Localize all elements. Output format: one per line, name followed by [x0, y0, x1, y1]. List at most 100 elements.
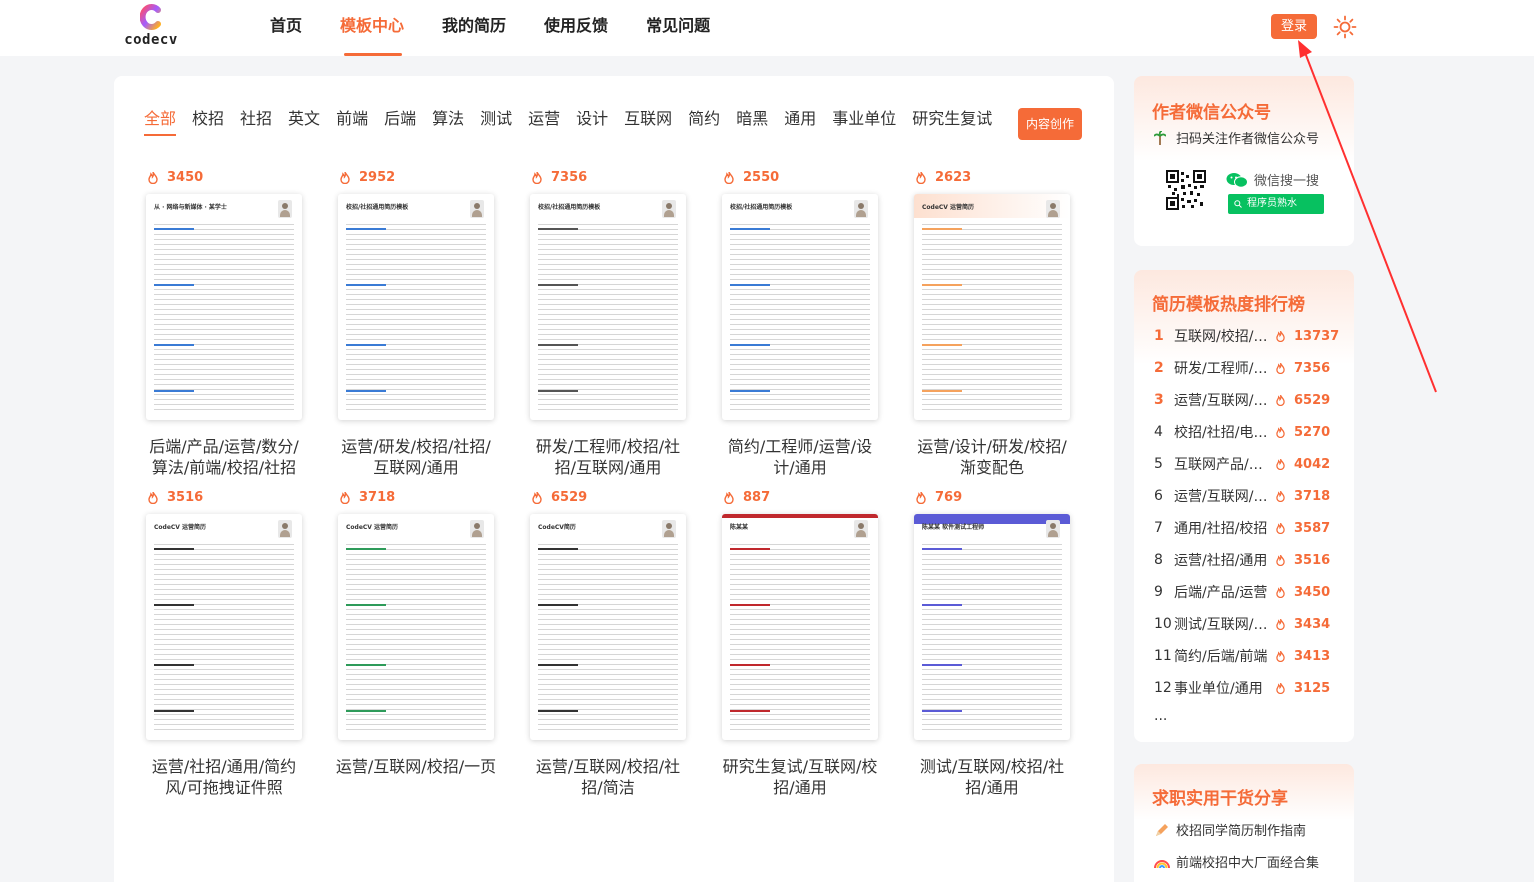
avatar — [470, 520, 484, 538]
ranking-number: 7 — [1154, 520, 1163, 536]
ranking-count-value: 13737 — [1294, 328, 1340, 344]
filter-general[interactable]: 通用 — [784, 104, 816, 134]
flame-icon — [532, 491, 542, 504]
template-preview[interactable]: 陈某某 软件测试工程师 — [914, 514, 1070, 740]
template-card[interactable]: 3450 从 · 网络与新媒体 · 某学士 后端/产品/运营/数分/算法/前端/校招… — [142, 168, 306, 478]
template-card[interactable]: 2952 校招/社招通用简历模板 运营/研发/校招/社招/互联网/通用 — [334, 168, 498, 478]
template-preview-heading: 校招/社招通用简历模板 — [730, 204, 793, 211]
ranking-number: 2 — [1154, 360, 1164, 376]
template-preview-section — [730, 344, 770, 346]
filter-algorithm[interactable]: 算法 — [432, 104, 464, 134]
ranking-count: 3516 — [1276, 553, 1330, 568]
template-card[interactable]: 2623 CodeCV 运营简历 运营/设计/研发/校招/渐变配色 — [910, 168, 1074, 478]
template-preview[interactable]: CodeCV 运营简历 — [146, 514, 302, 740]
flame-icon — [1276, 586, 1285, 598]
nav-template-center[interactable]: 模板中心 — [322, 0, 424, 56]
wechat-search-box[interactable]: 程序员熟水 — [1228, 194, 1324, 214]
filter-testing[interactable]: 测试 — [480, 104, 512, 134]
share-item-interviews[interactable]: 前端校招中大厂面经合集 — [1154, 852, 1319, 871]
logo-c-icon — [140, 4, 161, 30]
template-card[interactable]: 769 陈某某 软件测试工程师 测试/互联网/校招/社招/通用 — [910, 488, 1074, 798]
ranking-number: 1 — [1154, 328, 1164, 344]
ranking-more[interactable]: ... — [1154, 708, 1167, 724]
filter-campus[interactable]: 校招 — [192, 104, 224, 134]
template-preview-lines — [538, 544, 678, 732]
template-title[interactable]: 运营/互联网/校招/一页 — [334, 756, 498, 777]
template-preview-heading: CodeCV 运营简历 — [346, 524, 399, 531]
ranking-item[interactable]: 8 运营/社招/通用 3516 — [1154, 544, 1344, 576]
ranking-count: 13737 — [1276, 329, 1339, 344]
template-card[interactable]: 6529 CodeCV简历运营/互联网/校招/社招/简洁 — [526, 488, 690, 798]
nav-feedback[interactable]: 使用反馈 — [526, 0, 628, 56]
content-create-button[interactable]: 内容创作 — [1018, 108, 1082, 140]
ranking-item[interactable]: 1 互联网/校招/前端 13737 — [1154, 320, 1344, 352]
template-preview[interactable]: CodeCV 运营简历 — [914, 194, 1070, 420]
template-preview[interactable]: 从 · 网络与新媒体 · 某学士 — [146, 194, 302, 420]
filter-simple[interactable]: 简约 — [688, 104, 720, 134]
ranking-item[interactable]: 6 运营/互联网/校招 3718 — [1154, 480, 1344, 512]
ranking-name: 后端/产品/运营 — [1174, 585, 1268, 601]
filter-internet[interactable]: 互联网 — [624, 104, 672, 134]
ranking-count: 3450 — [1276, 585, 1330, 600]
ranking-item[interactable]: 3 运营/互联网/校招 6529 — [1154, 384, 1344, 416]
template-preview[interactable]: 校招/社招通用简历模板 — [722, 194, 878, 420]
filter-public-institution[interactable]: 事业单位 — [832, 104, 896, 134]
template-title[interactable]: 研究生复试/互联网/校招/通用 — [718, 756, 882, 798]
ranking-item[interactable]: 12 事业单位/通用 3125 — [1154, 672, 1344, 704]
login-button[interactable]: 登录 — [1271, 14, 1317, 39]
template-preview[interactable]: 校招/社招通用简历模板 — [530, 194, 686, 420]
ranking-item[interactable]: 10 测试/互联网/校招 3434 — [1154, 608, 1344, 640]
theme-sun-icon[interactable] — [1333, 15, 1357, 39]
ranking-name: 简约/后端/前端 — [1174, 649, 1268, 665]
template-hot-value: 6529 — [551, 490, 588, 505]
template-title[interactable]: 研发/工程师/校招/社招/互联网/通用 — [526, 436, 690, 478]
template-card[interactable]: 887 陈某某 研究生复试/互联网/校招/通用 — [718, 488, 882, 798]
ranking-item[interactable]: 2 研发/工程师/校招 7356 — [1154, 352, 1344, 384]
filter-dark[interactable]: 暗黑 — [736, 104, 768, 134]
template-card[interactable]: 3718 CodeCV 运营简历 运营/互联网/校招/一页 — [334, 488, 498, 798]
filter-grad-interview[interactable]: 研究生复试 — [912, 104, 992, 134]
template-preview-section — [154, 604, 194, 606]
ranking-item[interactable]: 7 通用/社招/校招 3587 — [1154, 512, 1344, 544]
template-preview[interactable]: CodeCV 运营简历 — [338, 514, 494, 740]
ranking-count: 3718 — [1276, 489, 1330, 504]
template-preview[interactable]: 陈某某 — [722, 514, 878, 740]
ranking-item[interactable]: 4 校招/社招/电商运营 5270 — [1154, 416, 1344, 448]
template-preview-section — [346, 344, 386, 346]
filter-backend[interactable]: 后端 — [384, 104, 416, 134]
flame-icon — [1276, 330, 1285, 342]
template-card[interactable]: 3516 CodeCV 运营简历 运营/社招/通用/简约风/可拖拽证件照 — [142, 488, 306, 798]
template-preview[interactable]: CodeCV简历 — [530, 514, 686, 740]
ranking-item[interactable]: 5 互联网产品/运营 4042 — [1154, 448, 1344, 480]
wechat-title: 作者微信公众号 — [1152, 103, 1271, 123]
template-card[interactable]: 7356 校招/社招通用简历模板 研发/工程师/校招/社招/互联网/通用 — [526, 168, 690, 478]
filter-operations[interactable]: 运营 — [528, 104, 560, 134]
template-title[interactable]: 运营/社招/通用/简约风/可拖拽证件照 — [142, 756, 306, 798]
template-title[interactable]: 运营/互联网/校招/社招/简洁 — [526, 756, 690, 798]
codecv-logo[interactable]: codecv — [118, 4, 184, 50]
template-title[interactable]: 简约/工程师/运营/设计/通用 — [718, 436, 882, 478]
template-title[interactable]: 后端/产品/运营/数分/算法/前端/校招/社招 — [142, 436, 306, 478]
template-preview[interactable]: 校招/社招通用简历模板 — [338, 194, 494, 420]
template-preview-section — [154, 344, 194, 346]
template-title[interactable]: 测试/互联网/校招/社招/通用 — [910, 756, 1074, 798]
ranking-count-value: 3587 — [1294, 520, 1331, 536]
nav-home[interactable]: 首页 — [252, 0, 322, 56]
share-item-guide[interactable]: 校招同学简历制作指南 — [1154, 820, 1306, 839]
ranking-name: 校招/社招/电商运营 — [1174, 425, 1274, 441]
nav-my-resume[interactable]: 我的简历 — [424, 0, 526, 56]
filter-english[interactable]: 英文 — [288, 104, 320, 134]
template-title[interactable]: 运营/设计/研发/校招/渐变配色 — [910, 436, 1074, 478]
filter-all[interactable]: 全部 — [144, 104, 177, 136]
filter-social[interactable]: 社招 — [240, 104, 272, 134]
flame-icon — [532, 171, 542, 184]
template-card[interactable]: 2550 校招/社招通用简历模板 简约/工程师/运营/设计/通用 — [718, 168, 882, 478]
ranking-item[interactable]: 11 简约/后端/前端 3413 — [1154, 640, 1344, 672]
ranking-item[interactable]: 9 后端/产品/运营 3450 — [1154, 576, 1344, 608]
nav-faq[interactable]: 常见问题 — [628, 0, 730, 56]
template-title[interactable]: 运营/研发/校招/社招/互联网/通用 — [334, 436, 498, 478]
filter-design[interactable]: 设计 — [576, 104, 608, 134]
avatar — [1046, 520, 1060, 538]
template-preview-section — [538, 548, 578, 550]
filter-frontend[interactable]: 前端 — [336, 104, 368, 134]
